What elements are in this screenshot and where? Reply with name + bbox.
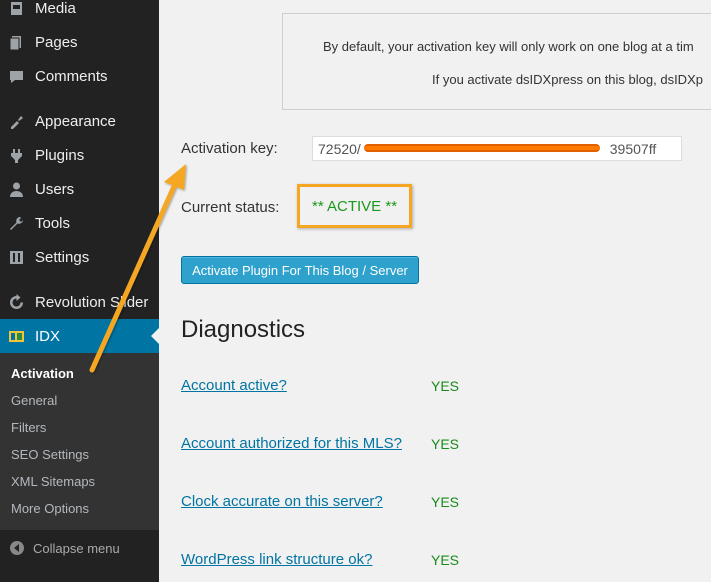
submenu-item-filters[interactable]: Filters: [11, 420, 46, 436]
users-icon: [8, 181, 25, 198]
sidebar-item-comments[interactable]: Comments: [0, 59, 159, 93]
redaction-mark: [364, 144, 600, 152]
sidebar-item-appearance[interactable]: Appearance: [0, 104, 159, 138]
sidebar-item-label: Settings: [35, 248, 90, 266]
sidebar-item-label: Appearance: [35, 112, 116, 130]
diag-link-account-authorized[interactable]: Account authorized for this MLS?: [181, 435, 402, 452]
diag-value-account-active: YES: [431, 378, 460, 394]
activate-plugin-button[interactable]: Activate Plugin For This Blog / Server: [181, 256, 419, 284]
sidebar-item-revolution-slider[interactable]: Revolution Slider: [0, 285, 159, 319]
media-icon: [8, 0, 25, 17]
comments-icon: [8, 68, 25, 85]
submenu-item-activation[interactable]: Activation: [11, 366, 74, 382]
sidebar-item-label: IDX: [35, 327, 61, 345]
sidebar-item-label: Users: [35, 180, 75, 198]
collapse-menu-button[interactable]: Collapse menu: [0, 536, 159, 560]
submenu-item-xml-sitemaps[interactable]: XML Sitemaps: [11, 474, 95, 490]
collapse-menu-label: Collapse menu: [33, 540, 120, 556]
sidebar-item-label: Plugins: [35, 146, 85, 164]
diag-link-account-active[interactable]: Account active?: [181, 377, 287, 394]
revolution-slider-icon: [8, 293, 25, 311]
status-badge: ** ACTIVE **: [312, 198, 398, 215]
idx-icon: [8, 328, 25, 345]
plugins-icon: [8, 147, 25, 164]
submenu-item-seo-settings[interactable]: SEO Settings: [11, 447, 89, 463]
notice-line-1: By default, your activation key will onl…: [323, 39, 694, 54]
current-menu-indicator: [151, 328, 159, 344]
submenu-item-more-options[interactable]: More Options: [11, 501, 89, 517]
settings-icon: [8, 249, 25, 266]
sidebar-item-users[interactable]: Users: [0, 172, 159, 206]
sidebar-item-plugins[interactable]: Plugins: [0, 138, 159, 172]
sidebar-item-idx[interactable]: IDX: [0, 319, 159, 353]
diagnostics-heading: Diagnostics: [181, 316, 306, 343]
sidebar-item-label: Media: [35, 0, 76, 17]
pages-icon: [8, 34, 25, 51]
current-status-label: Current status:: [181, 199, 280, 216]
sidebar-item-tools[interactable]: Tools: [0, 206, 159, 240]
tools-icon: [8, 215, 25, 232]
submenu-item-general[interactable]: General: [11, 393, 57, 409]
sidebar-item-label: Revolution Slider: [35, 293, 149, 311]
diag-link-link-structure[interactable]: WordPress link structure ok?: [181, 551, 372, 568]
sidebar-item-media[interactable]: Media: [0, 0, 159, 25]
activation-notice: By default, your activation key will onl…: [282, 13, 711, 110]
diag-value-link-structure: YES: [431, 552, 460, 568]
diag-link-clock-accurate[interactable]: Clock accurate on this server?: [181, 493, 383, 510]
sidebar-item-label: Tools: [35, 214, 71, 232]
notice-line-2: If you activate dsIDXpress on this blog,…: [432, 72, 703, 87]
appearance-icon: [8, 113, 25, 130]
collapse-arrow-icon: [10, 541, 24, 555]
diag-value-account-authorized: YES: [431, 436, 460, 452]
sidebar-item-settings[interactable]: Settings: [0, 240, 159, 274]
sidebar-item-pages[interactable]: Pages: [0, 25, 159, 59]
admin-sidebar: Media Pages Comments Appearance Plugins …: [0, 0, 159, 582]
activation-key-label: Activation key:: [181, 140, 278, 157]
sidebar-item-label: Comments: [35, 67, 108, 85]
diag-value-clock-accurate: YES: [431, 494, 460, 510]
sidebar-item-label: Pages: [35, 33, 78, 51]
